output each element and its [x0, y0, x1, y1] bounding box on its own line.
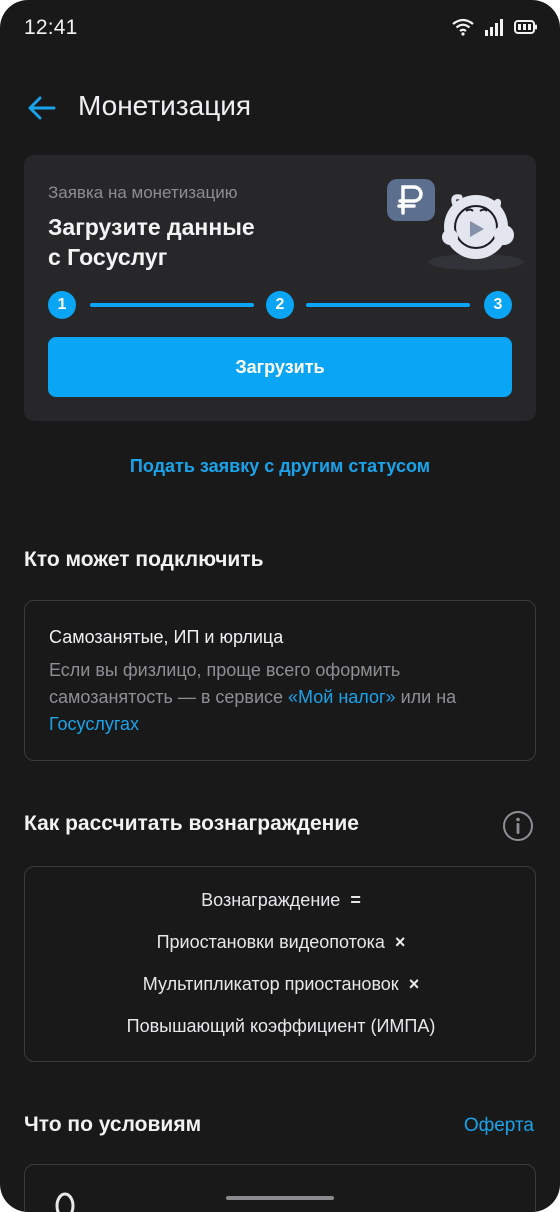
formula-line: Приостановки видеопотока × [25, 932, 537, 953]
wifi-icon [452, 18, 474, 36]
terms-section-title: Что по условиям [24, 1113, 202, 1136]
status-bar: 12:41 [0, 0, 560, 60]
upload-button[interactable]: Загрузить [48, 337, 512, 397]
system-icons [452, 18, 538, 36]
multiply-sign: × [394, 932, 406, 952]
app-bar: Монетизация [0, 82, 560, 134]
step-1-indicator: 1 [48, 291, 76, 319]
page-title: Монетизация [78, 90, 252, 121]
terms-item-icon [55, 1192, 75, 1212]
other-status-link[interactable]: Подать заявку с другим статусом [0, 456, 560, 477]
formula-term: Вознаграждение [201, 890, 341, 910]
card-caption: Заявка на монетизацию [48, 183, 238, 202]
info-icon[interactable] [502, 810, 534, 842]
calc-section-title: Как рассчитать вознаграждение [24, 812, 359, 835]
step-connector [90, 303, 254, 307]
step-2-indicator: 2 [266, 291, 294, 319]
formula-line: Повышающий коэффициент (ИМПА) [25, 1016, 537, 1037]
who-can-connect-box: Самозанятые, ИП и юрлица Если вы физлицо… [24, 600, 536, 761]
cellular-signal-icon [485, 19, 503, 36]
progress-stepper: 1 2 3 [48, 291, 512, 319]
status-time: 12:41 [24, 16, 78, 39]
battery-icon [514, 20, 537, 34]
card-headline: Загрузите данные с Госуслуг [48, 212, 348, 272]
gosuslugi-link[interactable]: Госуслугах [49, 714, 139, 734]
formula-line: Мультипликатор приостановок × [25, 974, 537, 995]
offer-link[interactable]: Оферта [464, 1115, 534, 1137]
who-box-title: Самозанятые, ИП и юрлица [49, 627, 284, 647]
terms-box [24, 1164, 536, 1212]
application-status-card: Заявка на монетизацию Загрузите данные с… [24, 155, 536, 421]
formula-term: Мультипликатор приостановок [142, 974, 399, 994]
back-arrow-icon[interactable] [26, 92, 58, 124]
formula-term: Повышающий коэффициент (ИМПА) [126, 1016, 436, 1036]
who-text-part-2: или на [395, 687, 457, 707]
step-connector [306, 303, 470, 307]
home-indicator[interactable] [226, 1196, 334, 1200]
formula-term: Приостановки видеопотока [156, 932, 385, 952]
who-box-text: Если вы физлицо, проще всего оформить са… [49, 657, 499, 738]
multiply-sign: × [408, 974, 420, 994]
monetization-illustration [387, 179, 524, 270]
headline-line-1: Загрузите данные [48, 214, 255, 240]
step-3-indicator: 3 [484, 291, 512, 319]
phone-screen: 12:41 Монетизация Заявка на монетизацию … [0, 0, 560, 1212]
formula-line: Вознаграждение = [25, 890, 537, 911]
reward-formula-box: Вознаграждение = Приостановки видеопотока… [24, 866, 536, 1062]
equals-sign: = [350, 890, 361, 910]
my-tax-link[interactable]: «Мой налог» [288, 687, 396, 707]
headline-line-2: с Госуслуг [48, 244, 168, 270]
who-section-title: Кто может подключить [24, 548, 264, 571]
